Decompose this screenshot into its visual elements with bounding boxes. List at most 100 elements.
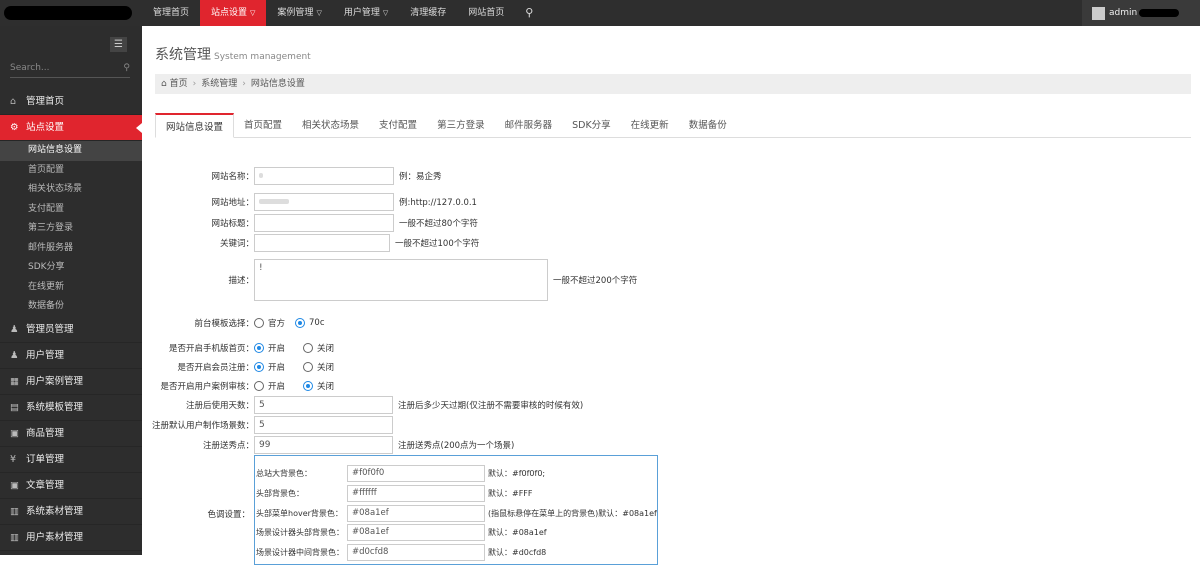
site-title-hint: 一般不超过80个字符 [399, 219, 478, 229]
color-input[interactable]: #d0cfd8 [347, 543, 485, 561]
site-title-input[interactable] [254, 214, 394, 232]
top-navbar: 管理首页 站点设置 ▽ 案例管理 ▽ 用户管理 ▽ 清理缓存 网站首页 ⚲ admin [0, 0, 1200, 26]
template-official-radio[interactable]: 官方 [254, 317, 285, 329]
color-input[interactable]: #ffffff [347, 484, 485, 502]
template-row: 前台模板选择： 官方 70c [142, 314, 335, 332]
description-value: ! [259, 263, 263, 273]
tab-7[interactable]: 在线更新 [621, 113, 679, 138]
home-icon: ⌂ [10, 96, 17, 107]
points-input[interactable]: 99 [254, 436, 393, 454]
top-nav: 管理首页 站点设置 ▽ 案例管理 ▽ 用户管理 ▽ 清理缓存 网站首页 ⚲ [142, 0, 543, 26]
redacted-username [1139, 9, 1180, 17]
sidebar: ☰ Search... ⚲ ⌂ 管理首页 ⚙ 站点设置 网站信息设置 首页配置 相关状态场景… [0, 26, 142, 555]
color-input[interactable]: #08a1ef [347, 504, 485, 522]
page-title-text: 系统管理 [155, 47, 211, 63]
color-input[interactable]: #08a1ef [347, 523, 485, 541]
tab-4[interactable]: 第三方登录 [427, 113, 495, 138]
sidebar-search-input[interactable]: Search... ⚲ [10, 60, 130, 78]
sidebar-item-0[interactable]: ♟ 管理员管理 [0, 317, 142, 343]
sidebar-item-5[interactable]: ¥ 订单管理 [0, 447, 142, 473]
tab-2[interactable]: 相关状态场景 [292, 113, 369, 138]
site-url-input[interactable] [254, 193, 394, 211]
gift-icon: ▥ [10, 505, 19, 517]
nav-item-2[interactable]: 案例管理 ▽ [266, 0, 332, 26]
sidebar-toggle-icon[interactable]: ☰ [110, 37, 127, 52]
days-input[interactable]: 5 [254, 396, 393, 414]
logo[interactable] [0, 0, 142, 26]
color-label: 头部菜单hover背景色： [256, 508, 343, 518]
nav-item-1[interactable]: 站点设置 ▽ [200, 0, 267, 26]
user-name: admin [1109, 8, 1138, 18]
case-review-off-radio[interactable]: 关闭 [303, 380, 334, 392]
member-register-off-radio[interactable]: 关闭 [303, 361, 334, 373]
keywords-hint: 一般不超过100个字符 [395, 239, 480, 249]
yen-icon: ¥ [10, 453, 17, 465]
member-register-row: 是否开启会员注册： 开启 关闭 [142, 358, 344, 376]
days-hint: 注册后多少天过期(仅注册不需要审核的时候有效) [398, 401, 584, 411]
mobile-home-on-radio[interactable]: 开启 [254, 342, 285, 354]
nav-item-5[interactable]: 网站首页 [457, 0, 515, 26]
sidebar-subitem[interactable]: 支付配置 [0, 200, 142, 220]
nav-item-label: 清理缓存 [410, 8, 447, 18]
tab-3[interactable]: 支付配置 [369, 113, 427, 138]
nav-item-4[interactable]: 清理缓存 [399, 0, 457, 26]
sidebar-subitem[interactable]: 首页配置 [0, 161, 142, 181]
sidebar-item-label: 系统素材管理 [26, 505, 84, 517]
gears-icon: ⚙ [10, 122, 19, 133]
site-name-input[interactable] [254, 167, 394, 185]
breadcrumb-item: 网站信息设置 [250, 79, 305, 89]
sidebar-subitem[interactable]: SDK分享 [0, 258, 142, 278]
keywords-input[interactable] [254, 234, 390, 252]
breadcrumb-item[interactable]: 首页 [170, 79, 188, 89]
scenes-input[interactable]: 5 [254, 416, 393, 434]
gift-icon: ▥ [10, 531, 19, 543]
color-label: 总站大背景色： [256, 468, 312, 478]
sidebar-item-8[interactable]: ▥ 用户素材管理 [0, 525, 142, 551]
sidebar-subitem[interactable]: 第三方登录 [0, 219, 142, 239]
color-label: 场景设计器中间背景色： [256, 547, 344, 557]
nav-item-label: 案例管理 [277, 8, 314, 18]
search-icon[interactable]: ⚲ [515, 0, 543, 26]
tab-5[interactable]: 邮件服务器 [495, 113, 563, 138]
sidebar-item-0[interactable]: ⌂ 管理首页 [0, 89, 142, 115]
sidebar-subitem[interactable]: 网站信息设置 [0, 141, 142, 161]
sidebar-subitem[interactable]: 数据备份 [0, 297, 142, 317]
sidebar-item-label: 用户案例管理 [26, 375, 84, 387]
site-name-hint: 例：易企秀 [399, 172, 442, 182]
scenes-row: 注册默认用户制作场景数： 5 [142, 416, 393, 434]
sidebar-item-1[interactable]: ♟ 用户管理 [0, 343, 142, 369]
tab-8[interactable]: 数据备份 [679, 113, 737, 138]
sidebar-subitem[interactable]: 在线更新 [0, 278, 142, 298]
user-icon: ♟ [10, 323, 19, 335]
case-review-on-radio[interactable]: 开启 [254, 380, 285, 392]
color-row: 头部背景色： #ffffff 默认：#FFF [255, 484, 657, 502]
color-input[interactable]: #f0f0f0 [347, 464, 485, 482]
tab-0[interactable]: 网站信息设置 [155, 113, 235, 138]
mobile-home-off-radio[interactable]: 关闭 [303, 342, 334, 354]
description-textarea[interactable]: ! [254, 259, 548, 301]
tab-6[interactable]: SDK分享 [562, 113, 621, 138]
sidebar-item-1[interactable]: ⚙ 站点设置 [0, 115, 142, 141]
sidebar-item-4[interactable]: ▣ 商品管理 [0, 421, 142, 447]
sidebar-item-2[interactable]: ▦ 用户案例管理 [0, 369, 142, 395]
search-icon[interactable]: ⚲ [123, 60, 130, 76]
template-70c-radio[interactable]: 70c [295, 318, 325, 328]
sidebar-search-placeholder: Search... [10, 63, 50, 73]
user-icon: ♟ [10, 349, 19, 361]
tab-1[interactable]: 首页配置 [234, 113, 292, 138]
nav-item-3[interactable]: 用户管理 ▽ [333, 0, 399, 26]
user-menu[interactable]: admin [1082, 0, 1200, 26]
site-url-hint: 例:http://127.0.0.1 [399, 198, 477, 208]
description-label: 描述： [228, 276, 254, 286]
sidebar-item-7[interactable]: ▥ 系统素材管理 [0, 499, 142, 525]
sidebar-subitem[interactable]: 邮件服务器 [0, 239, 142, 259]
nav-item-label: 用户管理 [343, 8, 380, 18]
breadcrumb-item[interactable]: 系统管理 [201, 79, 237, 89]
sidebar-item-3[interactable]: ▤ 系统模板管理 [0, 395, 142, 421]
sidebar-item-6[interactable]: ▣ 文章管理 [0, 473, 142, 499]
site-name-label: 网站名称： [211, 172, 254, 182]
member-register-on-radio[interactable]: 开启 [254, 361, 285, 373]
sidebar-subitem[interactable]: 相关状态场景 [0, 180, 142, 200]
nav-item-0[interactable]: 管理首页 [142, 0, 200, 26]
scenes-label: 注册默认用户制作场景数： [151, 421, 254, 431]
